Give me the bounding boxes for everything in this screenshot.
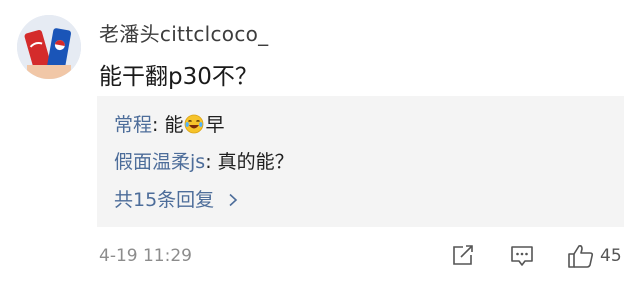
comment-icon (509, 246, 535, 273)
reply-author[interactable]: 假面温柔js (114, 151, 205, 173)
reply-text: 真的能？ (217, 151, 294, 173)
view-all-replies-label: 共15条回复 (114, 189, 215, 211)
reply-item[interactable]: 常程: 能 早 (114, 110, 225, 139)
share-button[interactable] (451, 243, 475, 271)
comment-username[interactable]: 老潘头cittclcoco_ (99, 18, 268, 47)
reply-separator: : (152, 114, 165, 136)
view-all-replies-link[interactable]: 共15条回复 (114, 185, 238, 212)
reply-preview-box[interactable]: 常程: 能 早 假面温柔js: 真的能？ 共15条回复 (97, 96, 624, 227)
chevron-right-icon (222, 189, 238, 211)
laughing-crying-emoji-icon (184, 114, 204, 139)
comment-text: 能干翻p30不？ (99, 64, 258, 90)
reply-separator: : (205, 151, 218, 173)
reply-item[interactable]: 假面温柔js: 真的能？ (114, 147, 294, 174)
like-button[interactable] (567, 243, 595, 273)
reply-button[interactable] (509, 243, 535, 273)
reply-text-before: 能 (164, 114, 184, 136)
share-icon (451, 245, 475, 271)
avatar-image (17, 15, 81, 79)
thumbs-up-icon (567, 245, 595, 273)
user-avatar[interactable] (17, 15, 81, 79)
like-count: 45 (600, 246, 622, 266)
reply-author[interactable]: 常程 (114, 114, 152, 136)
reply-text-after: 早 (205, 114, 225, 136)
comment-timestamp: 4-19 11:29 (99, 246, 192, 266)
